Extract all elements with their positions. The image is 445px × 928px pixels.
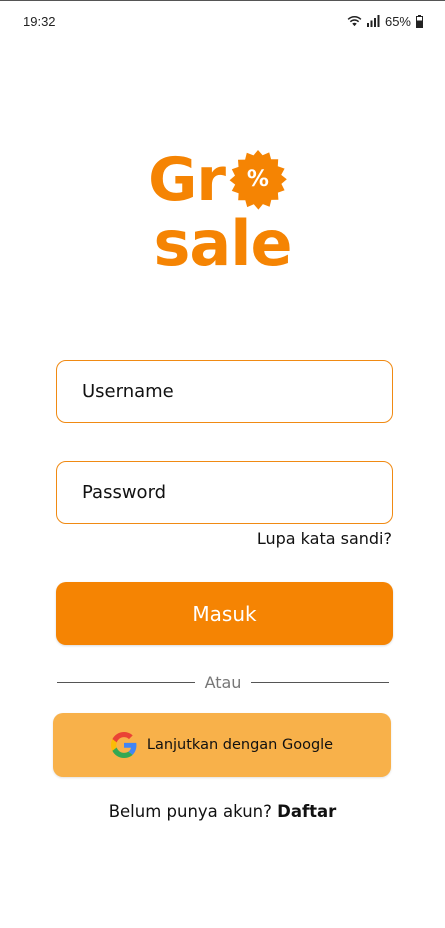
register-row: Belum punya akun? Daftar bbox=[0, 802, 445, 821]
status-icons: 65% bbox=[347, 14, 423, 29]
badge-symbol: % bbox=[246, 167, 269, 192]
login-screen: 19:32 65% Gr % sale Username Lupa kata s… bbox=[0, 0, 445, 928]
username-input[interactable] bbox=[82, 381, 367, 402]
divider-line-left bbox=[57, 681, 195, 683]
forgot-password-link[interactable]: Lupa kata sandi? bbox=[257, 529, 392, 548]
percent-badge-icon: % bbox=[227, 149, 289, 211]
logo-text-top: Gr bbox=[148, 145, 226, 215]
status-time: 19:32 bbox=[23, 13, 56, 29]
battery-icon bbox=[416, 14, 423, 28]
google-login-button[interactable]: Lanjutkan dengan Google bbox=[53, 713, 391, 777]
logo-line-1: Gr % bbox=[148, 147, 289, 213]
google-icon bbox=[110, 732, 137, 758]
login-button[interactable]: Masuk bbox=[56, 582, 393, 645]
signal-icon bbox=[366, 15, 380, 27]
password-input[interactable] bbox=[82, 482, 367, 503]
divider-label: Atau bbox=[204, 672, 242, 692]
divider-line-right bbox=[251, 681, 390, 683]
or-divider: Atau bbox=[57, 671, 390, 693]
register-prompt: Belum punya akun? bbox=[108, 802, 278, 821]
logo-text-bottom: sale bbox=[153, 207, 292, 280]
app-logo: Gr % sale bbox=[0, 147, 445, 277]
username-field-wrapper bbox=[56, 360, 393, 423]
status-bar: 19:32 65% bbox=[0, 1, 445, 41]
password-field-wrapper bbox=[56, 461, 393, 524]
register-link[interactable]: Daftar bbox=[277, 802, 336, 821]
wifi-icon bbox=[347, 16, 362, 27]
battery-percent: 65% bbox=[384, 13, 411, 29]
google-button-label: Lanjutkan dengan Google bbox=[146, 737, 334, 753]
